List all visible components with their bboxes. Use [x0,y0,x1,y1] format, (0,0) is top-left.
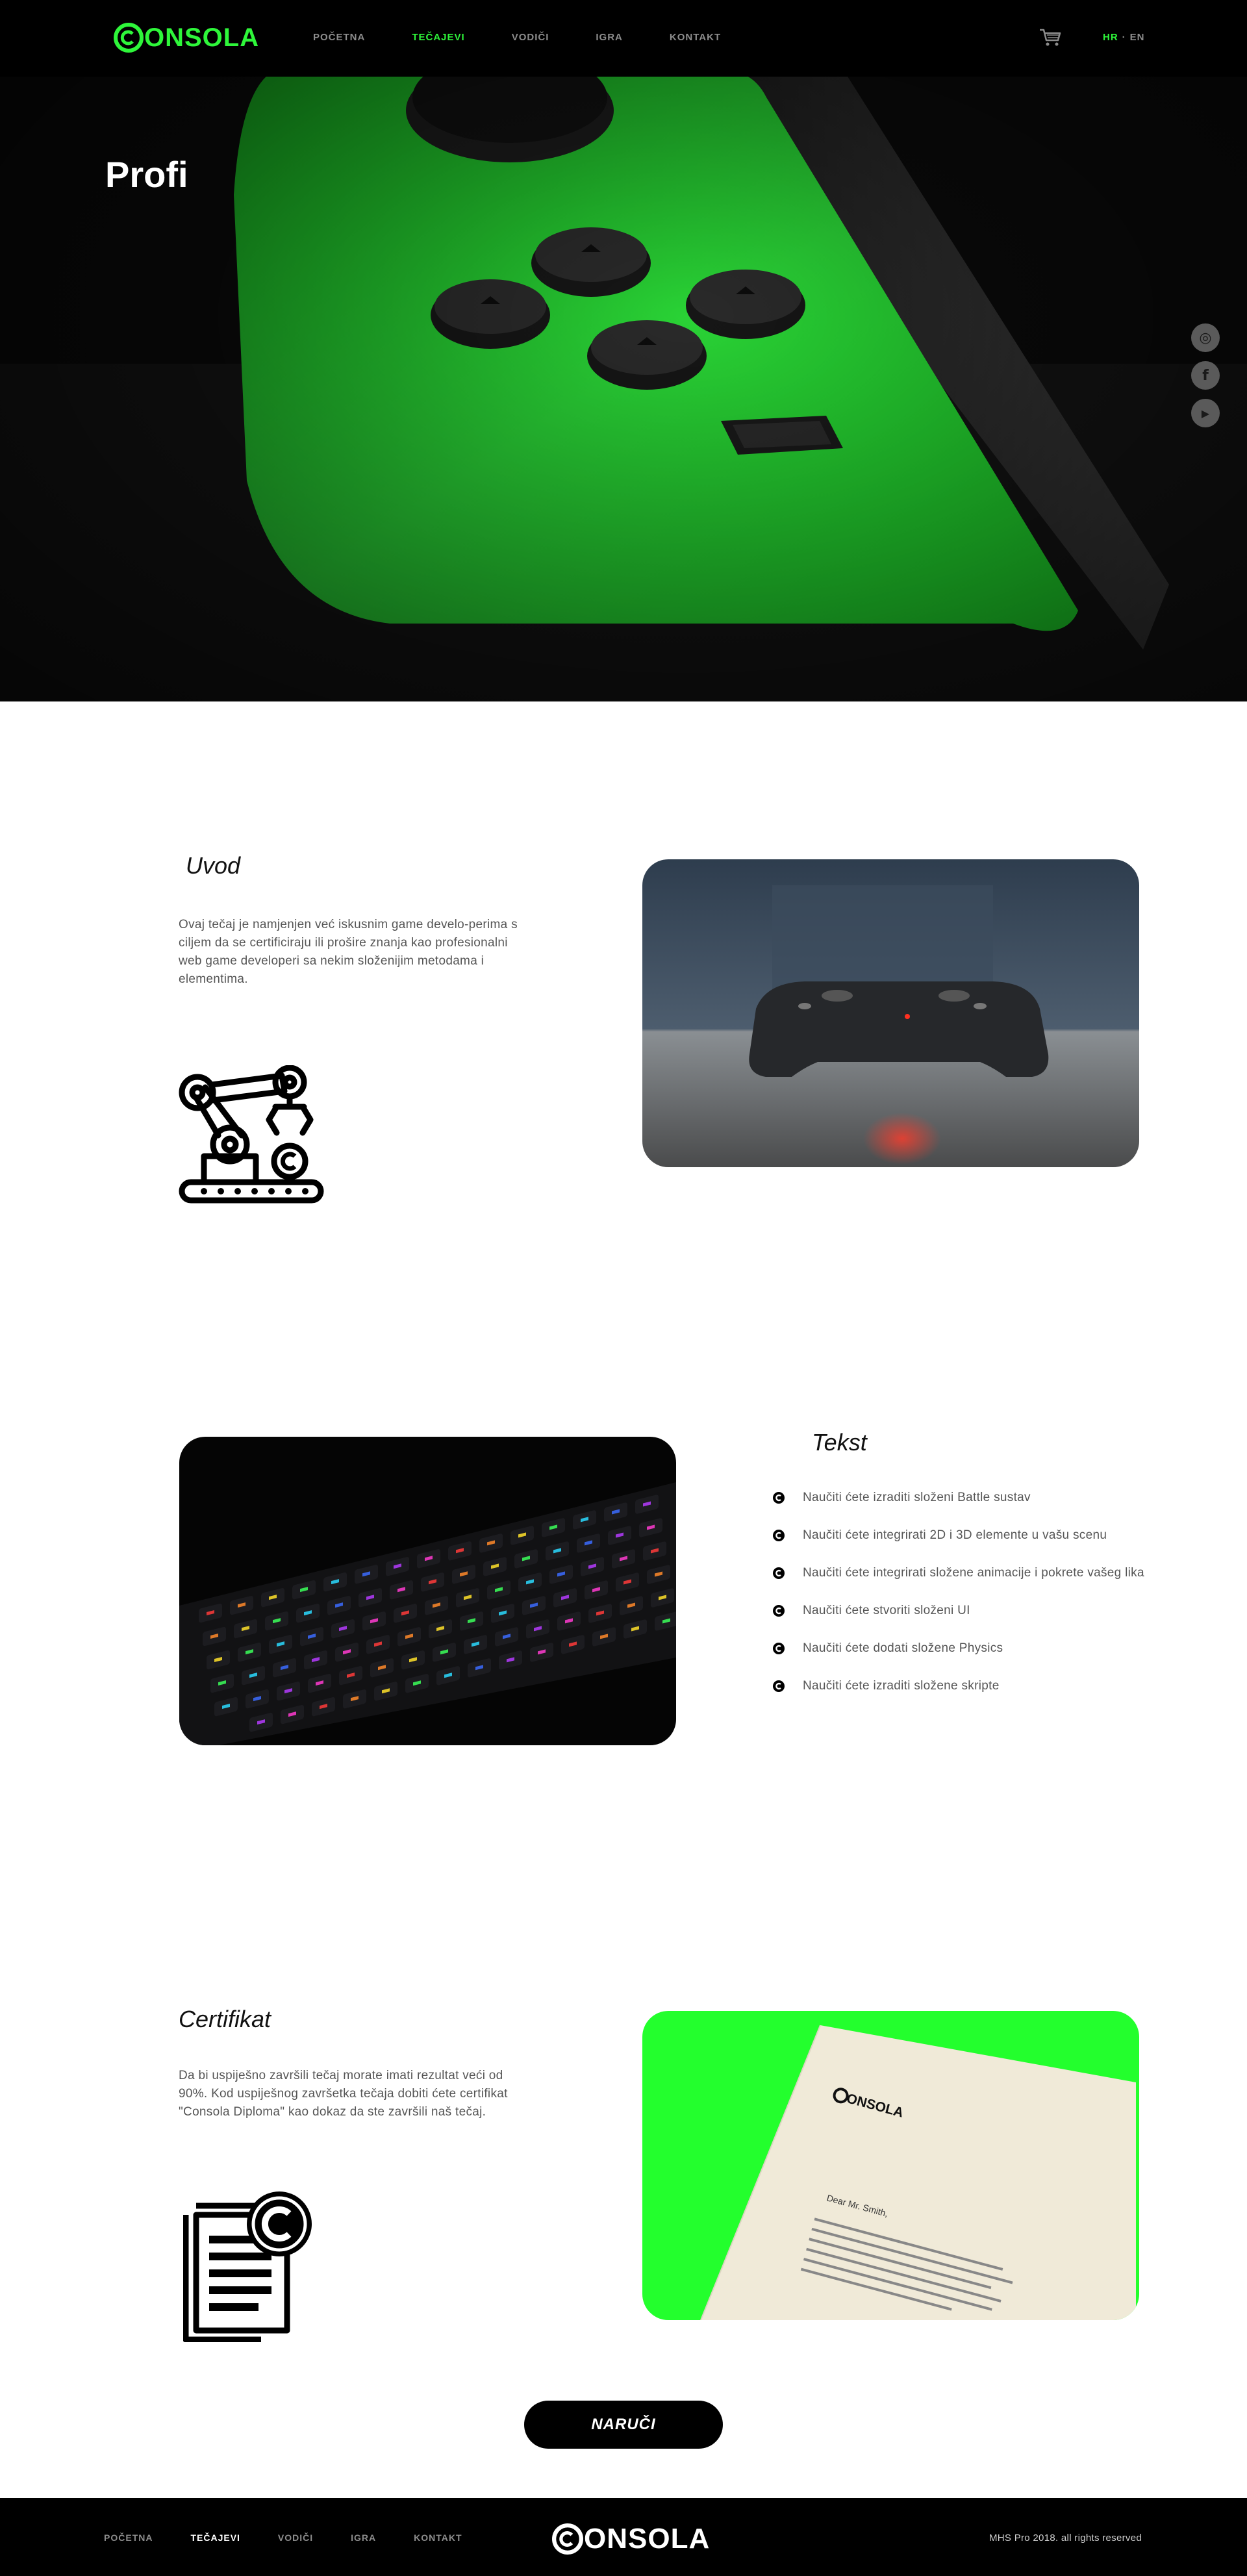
copyright: MHS Pro 2018. all rights reserved [989,2532,1142,2544]
certificate-text: Da bi uspiješno završili tečaj morate im… [179,2069,508,2119]
footer-logo-text: ONSOLA [584,2523,711,2555]
intro-text: Ovaj tečaj je namjenjen već iskusnim gam… [179,918,518,986]
list-item: Naučiti ćete izraditi složeni Battle sus… [773,1489,1150,1507]
page-title: Profi [105,154,188,195]
lang-separator: · [1122,32,1126,43]
nav-kontakt[interactable]: KONTAKT [670,32,721,43]
certificate-heading: Certifikat [179,2006,271,2032]
consola-bullet-icon [773,1680,785,1692]
list-item-text: Naučiti ćete stvoriti složeni UI [803,1604,970,1617]
shopping-cart-icon[interactable] [1039,27,1062,48]
footer-nav-kontakt[interactable]: KONTAKT [414,2532,462,2543]
list-item: Naučiti ćete integrirati 2D i 3D element… [773,1526,1150,1545]
top-navigation-bar: ONSOLA POČETNA TEČAJEVI VODIČI IGRA KONT… [0,0,1247,77]
footer-nav-igra[interactable]: IGRA [351,2532,376,2543]
nav-pocetna[interactable]: POČETNA [313,32,365,43]
footer-logo[interactable]: ONSOLA [552,2523,710,2555]
main-nav: POČETNA TEČAJEVI VODIČI IGRA KONTAKT [313,32,768,43]
backlit-keyboard-photo [179,1437,676,1745]
consola-bullet-icon [773,1530,785,1541]
hero-section: ONSOLA POČETNA TEČAJEVI VODIČI IGRA KONT… [0,0,1247,701]
list-item-text: Naučiti ćete dodati složene Physics [803,1641,1003,1655]
certificate-document-icon [183,2191,312,2342]
intro-heading: Uvod [186,852,241,879]
consola-c-logo-icon [114,23,144,53]
instagram-icon[interactable]: ◎ [1191,323,1220,352]
list-item: Naučiti ćete stvoriti složeni UI [773,1602,1150,1620]
footer: POČETNA TEČAJEVI VODIČI IGRA KONTAKT ONS… [0,2498,1247,2576]
nav-vodici[interactable]: VODIČI [512,32,549,43]
certificate-letter-photo: ONSOLA Dear Mr. Smith, [642,2011,1139,2320]
lang-en[interactable]: EN [1130,32,1145,43]
site-logo[interactable]: ONSOLA [114,22,259,53]
language-switcher: HR · EN [1103,32,1145,43]
consola-bullet-icon [773,1643,785,1654]
youtube-icon[interactable]: ▶ [1191,399,1220,427]
features-list: Naučiti ćete izraditi složeni Battle sus… [773,1489,1150,1715]
footer-nav-tecajevi[interactable]: TEČAJEVI [190,2532,240,2543]
social-links: ◎ f ▶ [1191,323,1220,436]
footer-nav-pocetna[interactable]: POČETNA [104,2532,153,2543]
game-controller-photo [642,859,1139,1167]
list-item-text: Naučiti ćete integrirati složene animaci… [803,1566,1144,1580]
list-item-text: Naučiti ćete izraditi složene skripte [803,1679,1000,1693]
facebook-icon[interactable]: f [1191,361,1220,390]
footer-nav: POČETNA TEČAJEVI VODIČI IGRA KONTAKT [104,2532,500,2543]
list-item-text: Naučiti ćete integrirati 2D i 3D element… [803,1528,1107,1542]
features-heading: Tekst [812,1429,867,1456]
hero-controller-photo [0,0,1247,701]
consola-bullet-icon [773,1605,785,1617]
list-item: Naučiti ćete integrirati složene animaci… [773,1564,1150,1582]
nav-igra[interactable]: IGRA [596,32,623,43]
logo-text: ONSOLA [144,23,260,52]
lang-hr[interactable]: HR [1103,32,1118,43]
consola-bullet-icon [773,1567,785,1579]
list-item: Naučiti ćete dodati složene Physics [773,1639,1150,1658]
nav-tecajevi[interactable]: TEČAJEVI [412,32,464,43]
footer-nav-vodici[interactable]: VODIČI [278,2532,313,2543]
list-item: Naučiti ćete izraditi složene skripte [773,1677,1150,1695]
robotic-arm-icon [179,1065,324,1204]
consola-c-logo-icon [552,2523,583,2555]
order-button[interactable]: NARUČI [524,2401,723,2449]
list-item-text: Naučiti ćete izraditi složeni Battle sus… [803,1491,1031,1504]
consola-bullet-icon [773,1492,785,1504]
